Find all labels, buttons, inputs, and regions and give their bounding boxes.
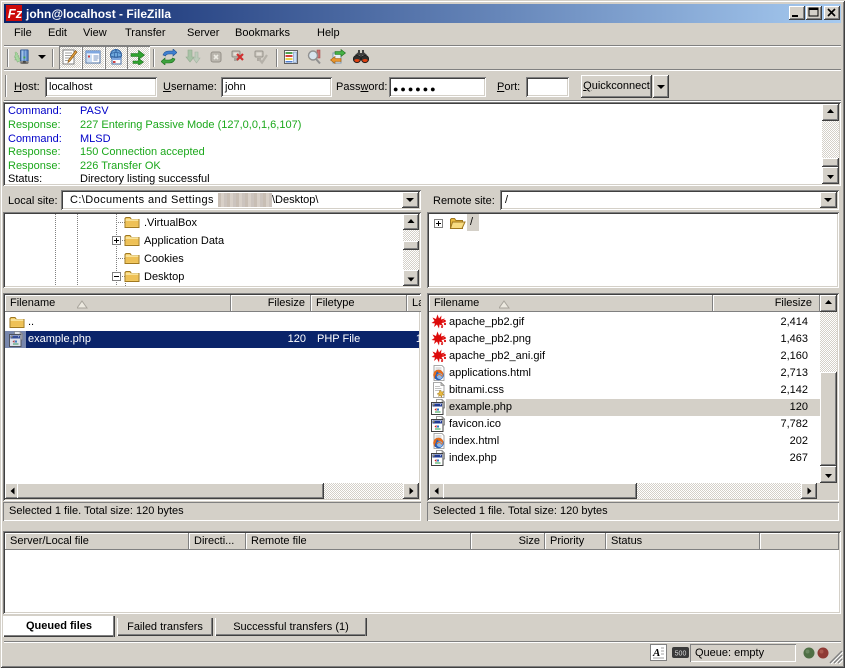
svg-text:Fz: Fz	[8, 6, 22, 21]
svg-text:A: A	[652, 647, 660, 659]
svg-text:500: 500	[675, 651, 687, 658]
